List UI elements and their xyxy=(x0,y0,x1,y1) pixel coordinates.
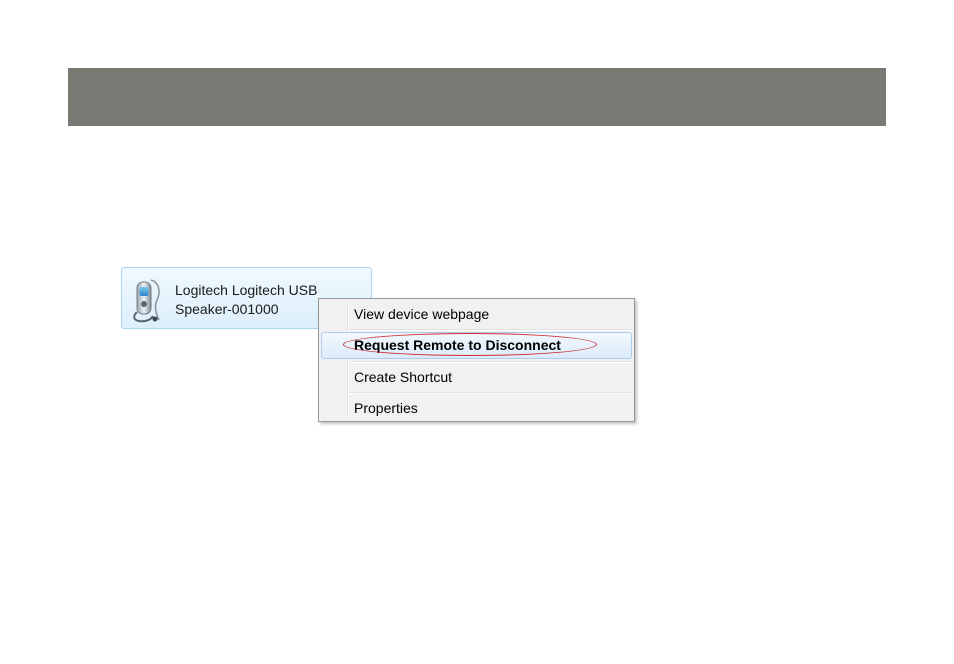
menu-item-properties[interactable]: Properties xyxy=(321,395,632,422)
menu-item-request-remote-disconnect[interactable]: Request Remote to Disconnect xyxy=(321,332,632,359)
menu-item-create-shortcut[interactable]: Create Shortcut xyxy=(321,364,632,391)
header-band xyxy=(68,68,886,126)
menu-separator xyxy=(349,392,632,394)
menu-item-label: Request Remote to Disconnect xyxy=(354,337,561,353)
menu-item-label: Create Shortcut xyxy=(354,369,453,385)
context-menu: View device webpage Request Remote to Di… xyxy=(318,298,635,422)
menu-item-label: Properties xyxy=(354,400,418,416)
menu-item-label: View device webpage xyxy=(354,306,490,322)
bluetooth-speaker-icon xyxy=(129,276,163,324)
menu-item-view-device-webpage[interactable]: View device webpage xyxy=(321,301,632,328)
menu-separator xyxy=(349,361,632,363)
menu-separator xyxy=(349,329,632,331)
